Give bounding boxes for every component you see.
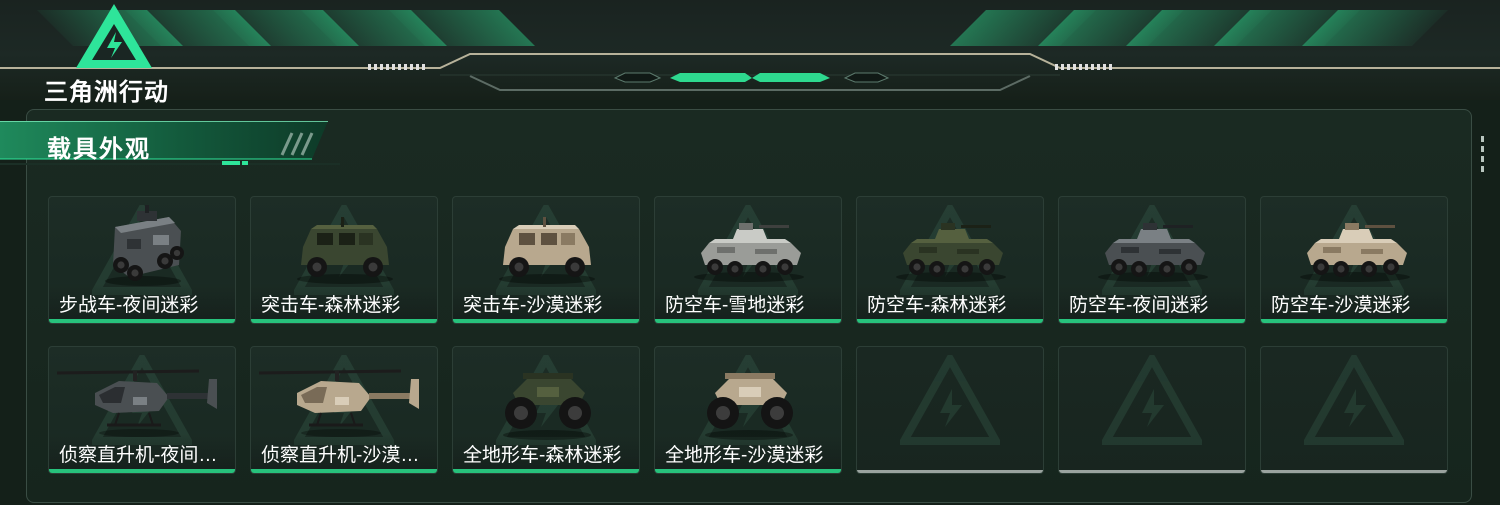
vehicle-name: 防空车-雪地迷彩 bbox=[665, 295, 805, 316]
vehicle-card[interactable]: 全地形车-森林迷彩 bbox=[452, 346, 640, 474]
vehicle-name: 防空车-森林迷彩 bbox=[867, 295, 1007, 316]
header-frame-lines bbox=[0, 53, 1500, 91]
page-indicator bbox=[613, 72, 890, 83]
vehicle-card[interactable]: 防空车-森林迷彩 bbox=[856, 196, 1044, 324]
vehicle-skins-screen: 三角洲行动 载具外观 步战车-夜间迷彩 突击车-森林迷彩 突击车-沙漠迷彩 防空… bbox=[0, 0, 1500, 505]
vehicle-image bbox=[499, 217, 595, 284]
card-underline bbox=[1261, 470, 1447, 473]
card-underline bbox=[857, 470, 1043, 473]
card-underline bbox=[49, 469, 235, 473]
empty-vehicle-slot[interactable] bbox=[856, 346, 1044, 474]
card-underline bbox=[1059, 470, 1245, 473]
triangle-watermark-icon bbox=[1304, 355, 1404, 445]
vehicle-image bbox=[105, 205, 184, 286]
vehicle-image bbox=[258, 369, 419, 437]
vehicle-image bbox=[503, 373, 591, 440]
vehicle-image bbox=[1300, 223, 1410, 282]
logo-text: 三角洲行动 bbox=[44, 79, 169, 106]
vehicle-name: 全地形车-沙漠迷彩 bbox=[665, 445, 824, 466]
card-underline bbox=[453, 319, 639, 323]
card-underline bbox=[251, 469, 437, 473]
vehicle-card[interactable]: 侦察直升机-夜间迷彩 bbox=[48, 346, 236, 474]
vehicle-card[interactable]: 防空车-沙漠迷彩 bbox=[1260, 196, 1448, 324]
vehicle-card[interactable]: 突击车-森林迷彩 bbox=[250, 196, 438, 324]
vehicle-name: 防空车-沙漠迷彩 bbox=[1271, 295, 1411, 316]
triangle-watermark-icon bbox=[900, 355, 1000, 445]
vehicle-image bbox=[705, 373, 793, 440]
card-underline bbox=[655, 469, 841, 473]
vehicle-name: 全地形车-森林迷彩 bbox=[463, 445, 622, 466]
vehicle-card[interactable]: 防空车-雪地迷彩 bbox=[654, 196, 842, 324]
vehicle-image bbox=[694, 223, 804, 282]
card-underline bbox=[251, 319, 437, 323]
vehicle-name: 步战车-夜间迷彩 bbox=[59, 295, 199, 316]
vehicle-card[interactable]: 侦察直升机-沙漠迷彩 bbox=[250, 346, 438, 474]
vehicle-name: 突击车-森林迷彩 bbox=[261, 295, 401, 316]
vehicle-image bbox=[896, 223, 1006, 282]
vehicle-name: 侦察直升机-夜间迷彩 bbox=[59, 445, 231, 466]
game-logo: 三角洲行动 bbox=[44, 2, 184, 106]
vehicle-card[interactable]: 突击车-沙漠迷彩 bbox=[452, 196, 640, 324]
triangle-watermark-icon bbox=[1102, 355, 1202, 445]
card-underline bbox=[1261, 319, 1447, 323]
vehicle-image bbox=[1098, 223, 1208, 282]
vehicle-card[interactable]: 步战车-夜间迷彩 bbox=[48, 196, 236, 324]
section-title: 载具外观 bbox=[47, 136, 151, 163]
vehicle-image bbox=[297, 217, 393, 284]
card-underline bbox=[655, 319, 841, 323]
vehicle-card[interactable]: 全地形车-沙漠迷彩 bbox=[654, 346, 842, 474]
card-underline bbox=[857, 319, 1043, 323]
card-underline bbox=[49, 319, 235, 323]
empty-vehicle-slot[interactable] bbox=[1058, 346, 1246, 474]
empty-vehicle-slot[interactable] bbox=[1260, 346, 1448, 474]
vehicle-name: 侦察直升机-沙漠迷彩 bbox=[261, 445, 433, 466]
card-underline bbox=[453, 469, 639, 473]
vehicle-card[interactable]: 防空车-夜间迷彩 bbox=[1058, 196, 1246, 324]
vehicle-image bbox=[56, 369, 217, 437]
vehicle-name: 突击车-沙漠迷彩 bbox=[463, 295, 603, 316]
vehicle-name: 防空车-夜间迷彩 bbox=[1069, 295, 1209, 316]
triangle-logo-icon bbox=[76, 4, 152, 68]
scroll-indicator[interactable] bbox=[1481, 136, 1484, 176]
card-underline bbox=[1059, 319, 1245, 323]
